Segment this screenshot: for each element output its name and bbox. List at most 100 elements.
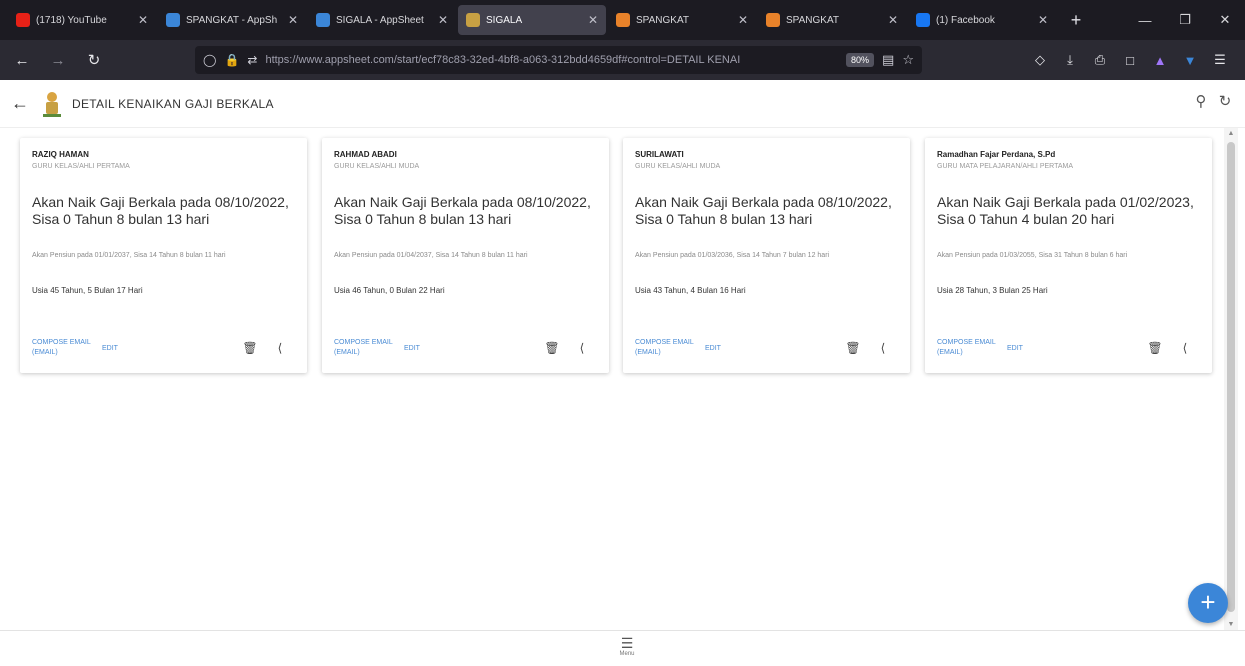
tab-label: (1) Facebook (936, 14, 995, 26)
edit-button[interactable]: EDIT (1007, 345, 1047, 352)
employee-age: Usia 45 Tahun, 5 Bulan 17 Hari (32, 286, 143, 295)
favicon-icon (466, 13, 480, 27)
edit-button[interactable]: EDIT (705, 345, 745, 352)
close-tab-icon[interactable]: ✕ (288, 13, 298, 27)
app-logo (43, 91, 61, 117)
browser-tab-bar: (1718) YouTube ✕ SPANGKAT - AppSh ✕ SIGALA -… (0, 0, 1245, 40)
browser-tab[interactable]: SPANGKAT ✕ (608, 5, 756, 35)
scrollbar[interactable]: ▲ ▼ (1224, 128, 1238, 630)
browser-tab[interactable]: SIGALA - AppSheet ✕ (308, 5, 456, 35)
employee-age: Usia 46 Tahun, 0 Bulan 22 Hari (334, 286, 445, 295)
download-icon[interactable]: ⤓ (1055, 52, 1085, 68)
window-controls: — ❐ ✕ (1125, 0, 1245, 40)
bookmark-star-icon[interactable]: ☆ (902, 52, 914, 68)
salary-increase-headline: Akan Naik Gaji Berkala pada 08/10/2022, … (334, 194, 591, 227)
menu-icon: ☰ (620, 635, 634, 651)
close-tab-icon[interactable]: ✕ (738, 13, 748, 27)
pocket-icon[interactable]: ◇ (1025, 52, 1055, 68)
browser-tab[interactable]: SPANGKAT ✕ (758, 5, 906, 35)
tab-label: (1718) YouTube (36, 14, 107, 26)
edit-button[interactable]: EDIT (102, 345, 142, 352)
tab-label: SPANGKAT - AppSh (186, 14, 278, 26)
share-icon[interactable]: ⟨ (265, 341, 295, 355)
delete-trash-icon[interactable]: 🗑 (838, 341, 868, 355)
employee-position: GURU KELAS/AHLI MUDA (334, 163, 420, 170)
menu-label: Menu (619, 651, 635, 657)
close-tab-icon[interactable]: ✕ (1038, 13, 1048, 27)
card-actions: COMPOSE EMAIL (EMAIL) EDIT 🗑 ⟨ (635, 337, 898, 359)
employee-position: GURU KELAS/AHLI MUDA (635, 163, 721, 170)
card-actions: COMPOSE EMAIL (EMAIL) EDIT 🗑 ⟨ (334, 337, 597, 359)
zoom-level-badge[interactable]: 80% (846, 53, 875, 67)
extension-icon[interactable]: ▲ (1145, 53, 1175, 68)
share-icon[interactable]: ⟨ (868, 341, 898, 355)
favicon-icon (16, 13, 30, 27)
scroll-up-icon[interactable]: ▲ (1224, 130, 1238, 137)
close-window-icon[interactable]: ✕ (1205, 0, 1245, 40)
edit-button[interactable]: EDIT (404, 345, 444, 352)
card-list: RAZIQ HAMAN GURU KELAS/AHLI PERTAMA Akan N… (0, 128, 1224, 630)
browser-tab[interactable]: (1) Facebook ✕ (908, 5, 1056, 35)
employee-card[interactable]: RAHMAD ABADI GURU KELAS/AHLI MUDA Akan Nai… (322, 138, 609, 373)
delete-trash-icon[interactable]: 🗑 (1140, 341, 1170, 355)
employee-position: GURU MATA PELAJARAN/AHLI PERTAMA (937, 163, 1074, 170)
back-arrow-icon[interactable]: ← (8, 46, 36, 74)
shield-icon: ◯ (203, 53, 217, 67)
retirement-note: Akan Pensiun pada 01/01/2037, Sisa 14 Ta… (32, 252, 226, 259)
vpn-shield-icon[interactable]: ▼ (1175, 53, 1205, 68)
back-arrow-icon[interactable]: ← (0, 93, 40, 114)
menu-button[interactable]: ☰ Menu (612, 635, 642, 657)
menu-hamburger-icon[interactable]: ☰ (1205, 52, 1235, 68)
new-tab-button[interactable]: + (1066, 10, 1086, 31)
url-text: https://www.appsheet.com/start/ecf78c83-… (265, 54, 741, 66)
forward-arrow-icon[interactable]: → (44, 46, 72, 74)
browser-tab[interactable]: (1718) YouTube ✕ (8, 5, 156, 35)
compose-email-button[interactable]: COMPOSE EMAIL (EMAIL) (937, 338, 1007, 358)
delete-trash-icon[interactable]: 🗑 (235, 341, 265, 355)
bottom-nav: ☰ Menu (0, 630, 1245, 666)
reader-mode-icon[interactable]: ▤ (882, 52, 894, 68)
salary-increase-headline: Akan Naik Gaji Berkala pada 08/10/2022, … (635, 194, 892, 227)
compose-email-button[interactable]: COMPOSE EMAIL (EMAIL) (334, 338, 404, 358)
minimize-icon[interactable]: — (1125, 0, 1165, 40)
tab-label: SIGALA - AppSheet (336, 14, 424, 26)
favicon-icon (916, 13, 930, 27)
add-button[interactable]: + (1188, 583, 1228, 623)
employee-name: RAZIQ HAMAN (32, 150, 89, 159)
employee-card[interactable]: SURILAWATI GURU KELAS/AHLI MUDA Akan Naik … (623, 138, 910, 373)
retirement-note: Akan Pensiun pada 01/03/2036, Sisa 14 Ta… (635, 252, 830, 259)
refresh-icon[interactable]: ↻ (1213, 92, 1237, 110)
scroll-down-icon[interactable]: ▼ (1224, 621, 1238, 628)
employee-card[interactable]: Ramadhan Fajar Perdana, S.Pd GURU MATA PE… (925, 138, 1212, 373)
employee-card[interactable]: RAZIQ HAMAN GURU KELAS/AHLI PERTAMA Akan N… (20, 138, 307, 373)
favicon-icon (166, 13, 180, 27)
share-icon[interactable]: ⟨ (567, 341, 597, 355)
share-icon[interactable]: ⟨ (1170, 341, 1200, 355)
print-icon[interactable]: ⎙ (1085, 52, 1115, 68)
card-actions: COMPOSE EMAIL (EMAIL) EDIT 🗑 ⟨ (937, 337, 1200, 359)
retirement-note: Akan Pensiun pada 01/04/2037, Sisa 14 Ta… (334, 252, 528, 259)
compose-email-button[interactable]: COMPOSE EMAIL (EMAIL) (635, 338, 705, 358)
browser-tab[interactable]: SIGALA ✕ (458, 5, 606, 35)
scrollbar-thumb[interactable] (1227, 142, 1235, 612)
close-tab-icon[interactable]: ✕ (888, 13, 898, 27)
tab-label: SIGALA (486, 14, 523, 26)
tab-label: SPANGKAT (786, 14, 839, 26)
close-tab-icon[interactable]: ✕ (438, 13, 448, 27)
restore-icon[interactable]: ❐ (1165, 0, 1205, 40)
retirement-note: Akan Pensiun pada 01/03/2055, Sisa 31 Ta… (937, 252, 1128, 259)
sidebar-icon[interactable]: □ (1115, 53, 1145, 68)
search-icon[interactable]: ⚲ (1189, 92, 1213, 110)
reload-icon[interactable]: ↻ (80, 46, 108, 74)
card-actions: COMPOSE EMAIL (EMAIL) EDIT 🗑 ⟨ (32, 337, 295, 359)
close-tab-icon[interactable]: ✕ (588, 13, 598, 27)
compose-email-button[interactable]: COMPOSE EMAIL (EMAIL) (32, 338, 102, 358)
employee-age: Usia 43 Tahun, 4 Bulan 16 Hari (635, 286, 746, 295)
url-bar[interactable]: ◯ 🔒 ⇄ https://www.appsheet.com/start/ecf… (195, 46, 922, 74)
close-tab-icon[interactable]: ✕ (138, 13, 148, 27)
browser-tab[interactable]: SPANGKAT - AppSh ✕ (158, 5, 306, 35)
permissions-icon: ⇄ (247, 53, 258, 67)
delete-trash-icon[interactable]: 🗑 (537, 341, 567, 355)
employee-position: GURU KELAS/AHLI PERTAMA (32, 163, 130, 170)
browser-nav-bar: ← → ↻ ◯ 🔒 ⇄ https://www.appsheet.com/sta… (0, 40, 1245, 80)
